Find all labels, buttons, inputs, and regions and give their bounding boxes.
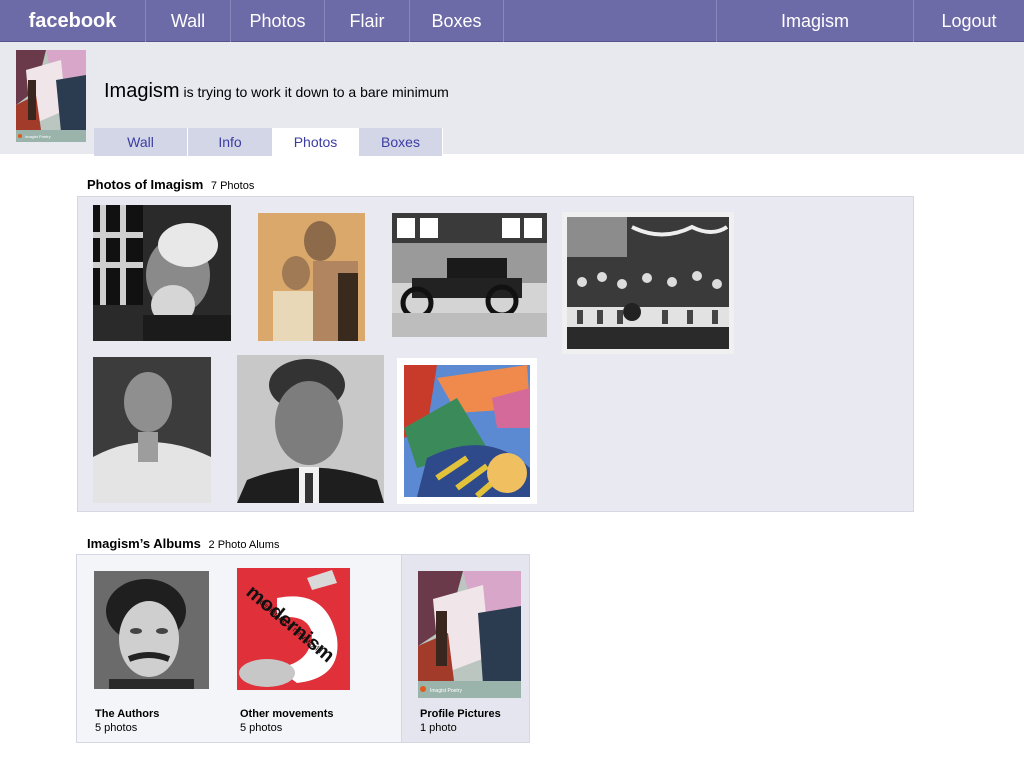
profile-name[interactable]: Imagism xyxy=(104,80,180,102)
photo-thumbnail[interactable] xyxy=(562,212,734,354)
nav-item-flair[interactable]: Flair xyxy=(325,0,410,42)
nav-profile-link[interactable]: Imagism xyxy=(716,0,914,42)
photo-thumbnail[interactable] xyxy=(397,358,537,504)
photo-thumbnail[interactable] xyxy=(93,205,231,341)
album-cover[interactable] xyxy=(94,571,209,689)
tab-photos[interactable]: Photos xyxy=(273,128,359,156)
album-count: 5 photos xyxy=(240,722,283,734)
facebook-logo[interactable]: facebook xyxy=(0,0,146,42)
profile-avatar[interactable]: Imagist Poetry xyxy=(16,50,86,142)
penguin-label: Imagist Poetry xyxy=(430,688,462,694)
photo-thumbnail[interactable] xyxy=(237,355,384,503)
photo-thumbnail[interactable] xyxy=(93,357,211,503)
album-cover[interactable]: Imagist Poetry xyxy=(418,571,521,698)
status-text: is trying to work it down to a bare mini… xyxy=(183,84,449,100)
album-title[interactable]: The Authors xyxy=(95,708,159,720)
photos-section-title: Photos of Imagism 7 Photos xyxy=(87,177,254,192)
top-nav: facebook Wall Photos Flair Boxes Imagism… xyxy=(0,0,1024,42)
tab-boxes[interactable]: Boxes xyxy=(359,128,443,156)
albums-section-title: Imagism’s Albums 2 Photo Alums xyxy=(87,536,279,551)
photos-title-text: Photos of Imagism xyxy=(87,177,204,192)
albums-title-text: Imagism’s Albums xyxy=(87,536,201,551)
nav-item-photos[interactable]: Photos xyxy=(231,0,325,42)
album-title[interactable]: Profile Pictures xyxy=(420,708,501,720)
nav-item-boxes[interactable]: Boxes xyxy=(410,0,504,42)
albums-count: 2 Photo Alums xyxy=(208,539,280,551)
album-cover[interactable]: modernism designing a new world xyxy=(237,568,350,690)
logout-link[interactable]: Logout xyxy=(914,0,1024,42)
photos-count: 7 Photos xyxy=(210,180,255,192)
penguin-label: Imagist Poetry xyxy=(25,134,51,139)
profile-status: Imagism is trying to work it down to a b… xyxy=(104,80,449,103)
album-title[interactable]: Other movements xyxy=(240,708,334,720)
nav-item-wall[interactable]: Wall xyxy=(146,0,231,42)
tab-wall[interactable]: Wall xyxy=(94,128,188,156)
album-count: 5 photos xyxy=(95,722,138,734)
album-count: 1 photo xyxy=(420,722,457,734)
photo-thumbnail[interactable] xyxy=(258,213,365,341)
photo-thumbnail[interactable] xyxy=(392,213,547,337)
tab-info[interactable]: Info xyxy=(188,128,273,156)
